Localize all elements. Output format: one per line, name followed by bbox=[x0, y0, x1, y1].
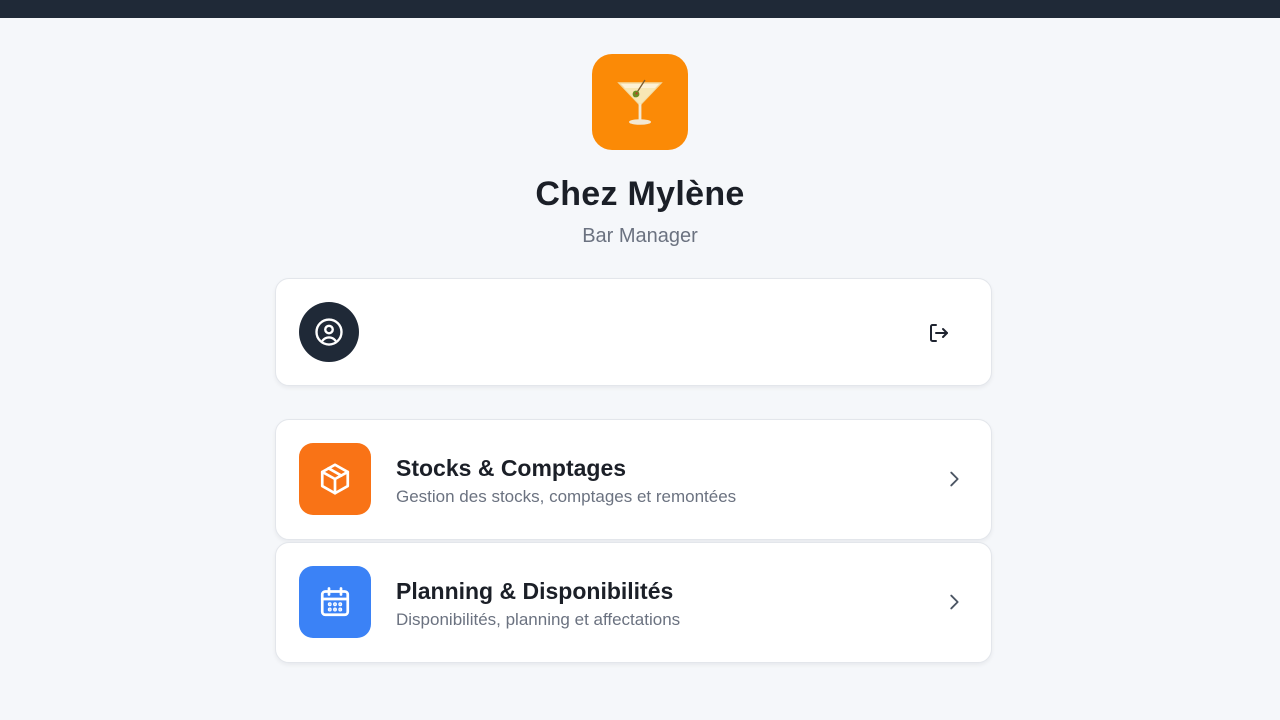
app-logo bbox=[592, 54, 688, 150]
module-card-planning[interactable]: Planning & Disponibilités Disponibilités… bbox=[275, 542, 992, 663]
chevron-right-icon bbox=[942, 590, 966, 614]
module-title: Stocks & Comptages bbox=[396, 455, 627, 481]
module-card-stocks[interactable]: Stocks & Comptages Gestion des stocks, c… bbox=[275, 419, 992, 540]
calendar-icon bbox=[320, 587, 350, 617]
app-subtitle: Bar Manager bbox=[582, 225, 698, 247]
logout-button[interactable] bbox=[924, 318, 954, 348]
user-circle-icon bbox=[315, 318, 343, 346]
module-icon-container bbox=[299, 443, 371, 515]
package-icon bbox=[320, 463, 350, 495]
user-card bbox=[275, 278, 992, 386]
brand-header: Chez Mylène Bar Manager bbox=[0, 54, 1280, 248]
chevron-right-icon bbox=[942, 467, 966, 491]
top-bar bbox=[0, 0, 1280, 18]
avatar[interactable] bbox=[299, 302, 359, 362]
module-description: Disponibilités, planning et affectations bbox=[396, 610, 681, 629]
cocktail-glass-icon bbox=[617, 79, 663, 125]
module-icon-container bbox=[299, 566, 371, 638]
logout-icon bbox=[930, 324, 948, 342]
app-title: Chez Mylène bbox=[535, 175, 745, 213]
module-description: Gestion des stocks, comptages et remonté… bbox=[396, 487, 737, 506]
module-title: Planning & Disponibilités bbox=[396, 578, 674, 604]
